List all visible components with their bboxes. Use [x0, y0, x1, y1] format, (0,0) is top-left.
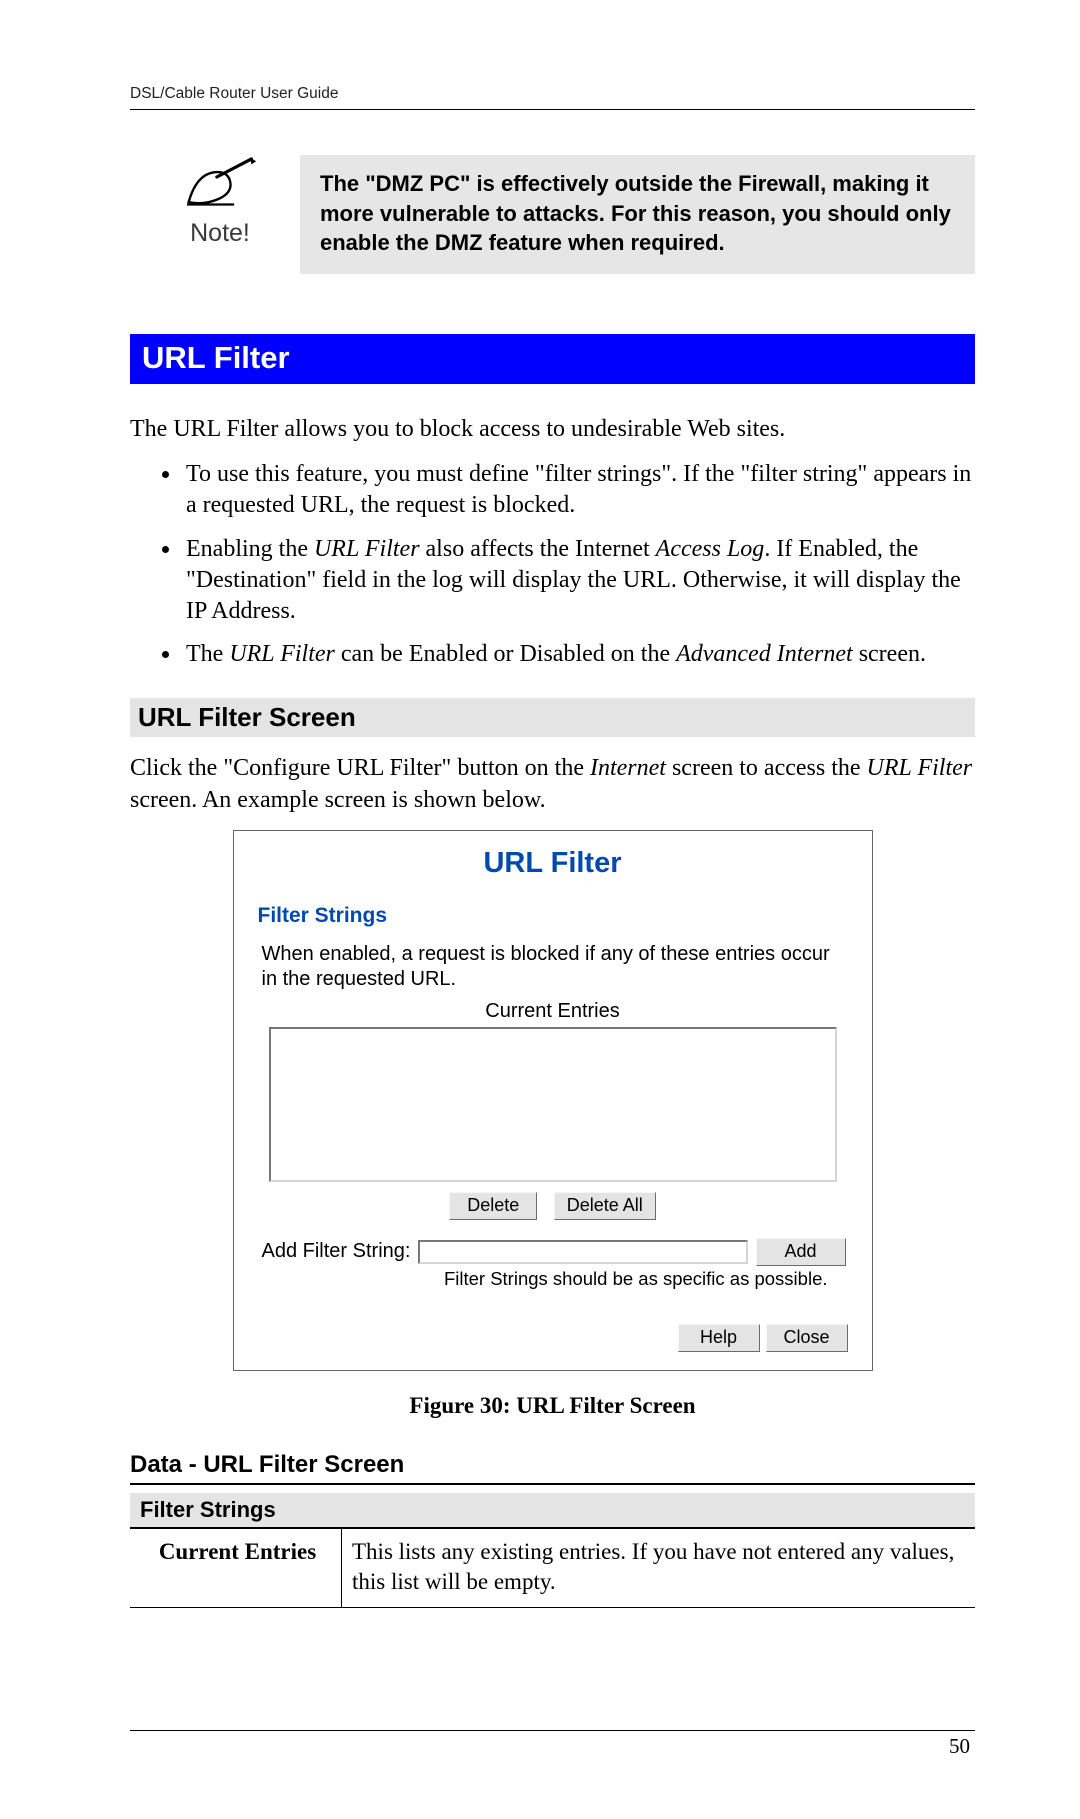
bullet-1: To use this feature, you must define "fi… — [182, 459, 975, 521]
data-heading: Data - URL Filter Screen — [130, 1451, 975, 1485]
subsection-paragraph: Click the "Configure URL Filter" button … — [130, 753, 975, 815]
add-button[interactable]: Add — [756, 1238, 846, 1266]
feature-bullets: To use this feature, you must define "fi… — [130, 459, 975, 670]
shot-subtitle: Filter Strings — [258, 904, 864, 928]
note-text: The "DMZ PC" is effectively outside the … — [300, 155, 975, 274]
shot-description: When enabled, a request is blocked if an… — [262, 942, 846, 992]
figure-caption: Figure 30: URL Filter Screen — [130, 1393, 975, 1419]
intro-paragraph: The URL Filter allows you to block acces… — [130, 414, 975, 445]
bullet-2: Enabling the URL Filter also affects the… — [182, 534, 975, 628]
close-button[interactable]: Close — [766, 1324, 848, 1352]
delete-all-button[interactable]: Delete All — [554, 1192, 656, 1220]
row-key: Current Entries — [130, 1529, 342, 1607]
table-row: Current Entries This lists any existing … — [130, 1529, 975, 1607]
current-entries-listbox[interactable] — [269, 1027, 837, 1182]
shot-title: URL Filter — [242, 847, 864, 880]
url-filter-screenshot: URL Filter Filter Strings When enabled, … — [233, 830, 873, 1371]
table-group-head: Filter Strings — [130, 1493, 975, 1529]
row-value: This lists any existing entries. If you … — [342, 1529, 976, 1607]
add-filter-input[interactable] — [418, 1240, 747, 1264]
note-callout: Note! The "DMZ PC" is effectively outsid… — [175, 155, 975, 274]
section-banner-url-filter: URL Filter — [130, 334, 975, 384]
add-filter-label: Add Filter String: — [262, 1240, 411, 1263]
note-label: Note! — [175, 219, 265, 248]
subsection-banner-url-filter-screen: URL Filter Screen — [130, 698, 975, 737]
current-entries-label: Current Entries — [242, 1000, 864, 1023]
delete-button[interactable]: Delete — [449, 1192, 537, 1220]
page-number: 50 — [949, 1734, 970, 1759]
bullet-3: The URL Filter can be Enabled or Disable… — [182, 639, 975, 670]
writing-hand-icon — [180, 197, 260, 214]
filter-hint: Filter Strings should be as specific as … — [242, 1268, 828, 1290]
header-rule — [130, 109, 975, 110]
help-button[interactable]: Help — [678, 1324, 760, 1352]
running-header: DSL/Cable Router User Guide — [130, 85, 975, 103]
data-table: Current Entries This lists any existing … — [130, 1529, 975, 1608]
footer-rule — [130, 1730, 975, 1731]
